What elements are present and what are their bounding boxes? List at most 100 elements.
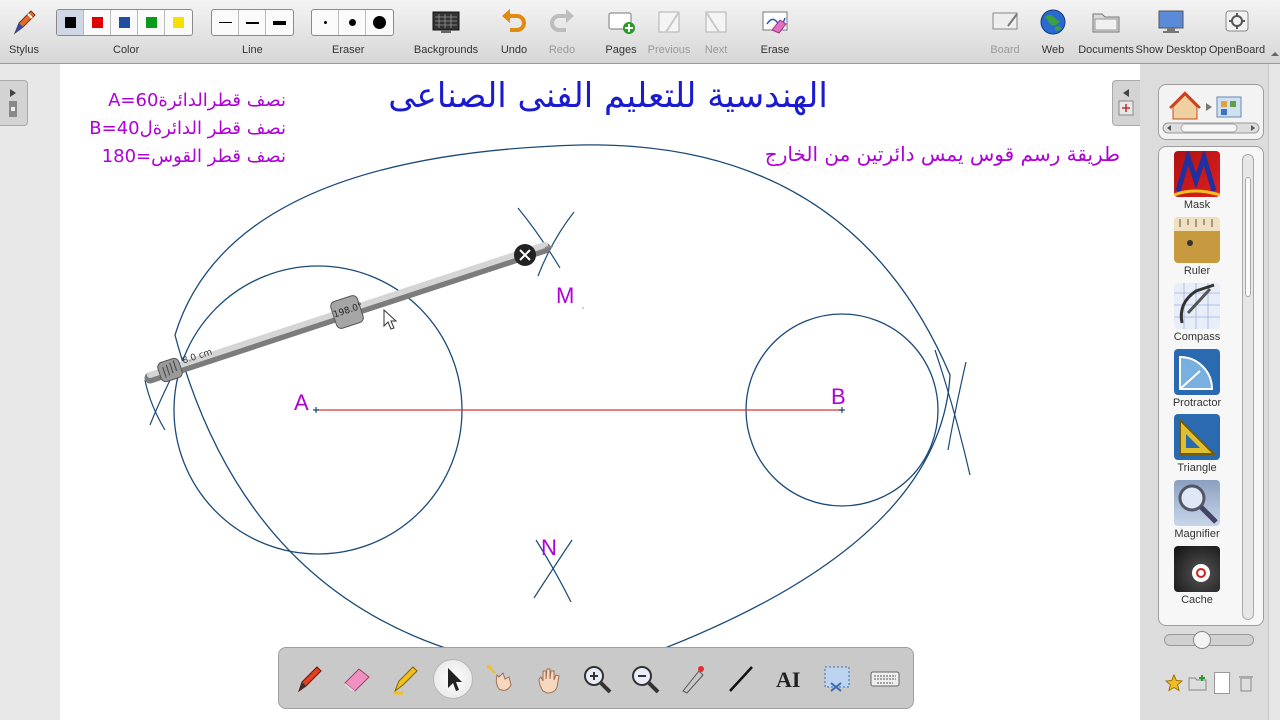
board-icon <box>988 4 1022 40</box>
ruler-icon <box>1174 217 1220 263</box>
pen-tool[interactable] <box>289 659 329 699</box>
mask-icon <box>1173 148 1221 197</box>
pages-button[interactable]: Pages <box>604 4 638 56</box>
note-radius-b: نصف قطر الدائرةل40=B <box>89 118 286 139</box>
undo-button[interactable]: Undo <box>498 4 530 56</box>
gear-icon <box>1220 4 1254 40</box>
globe-icon <box>1036 4 1070 40</box>
zoom-out-tool[interactable] <box>625 659 665 699</box>
highlighter-tool[interactable] <box>385 659 425 699</box>
home-icon[interactable] <box>1169 91 1201 120</box>
add-page-icon <box>604 4 638 40</box>
eraser-icon <box>344 668 370 692</box>
board-button[interactable]: Board <box>988 4 1022 56</box>
openboard-window: Stylus Color Line Eraser Backgrounds Und… <box>0 0 1280 720</box>
hand-tool[interactable] <box>529 659 569 699</box>
stylus-button[interactable]: Stylus <box>6 4 42 56</box>
pointer-arrow-icon <box>448 668 462 691</box>
zoom-in-tool[interactable] <box>577 659 617 699</box>
protractor-icon <box>1174 349 1220 395</box>
library-item-protractor[interactable]: Protractor <box>1166 349 1228 409</box>
library-item-label: Protractor <box>1172 397 1222 409</box>
laser-hand-tool[interactable] <box>481 659 521 699</box>
text-icon: AI <box>776 667 800 692</box>
note-radius-arc: نصف قطر القوس=180 <box>101 146 286 167</box>
eraser-small-option[interactable] <box>312 10 339 35</box>
favorite-star-icon[interactable] <box>1164 673 1184 692</box>
window-scrollbar[interactable] <box>1268 52 1280 720</box>
line-thin-option[interactable] <box>212 10 239 35</box>
thumbnail-size-slider[interactable] <box>1164 631 1254 649</box>
board-title: الهندسية للتعليم الفنى الصناعى <box>388 76 828 116</box>
stylus-palette: AI <box>278 647 914 709</box>
library-item-label: Compass <box>1173 331 1221 343</box>
line-medium-option[interactable] <box>239 10 266 35</box>
screen-capture-icon <box>824 666 850 692</box>
right-panel-handle[interactable] <box>1112 80 1140 126</box>
documents-label: Documents <box>1078 44 1134 56</box>
new-folder-icon[interactable] <box>1188 674 1208 692</box>
library-vertical-scrollbar[interactable] <box>1242 154 1254 620</box>
library-item-ruler[interactable]: Ruler <box>1166 217 1228 277</box>
library-item-magnifier[interactable]: Magnifier <box>1166 480 1228 540</box>
previous-label: Previous <box>647 44 691 56</box>
whiteboard-canvas[interactable]: الهندسية للتعليم الفنى الصناعى طريقة رسم… <box>60 64 1140 720</box>
eraser-medium-option[interactable] <box>339 10 366 35</box>
show-desktop-button[interactable]: Show Desktop <box>1136 4 1206 56</box>
label-point-a: A <box>294 390 309 415</box>
erase-board-icon <box>758 4 792 40</box>
undo-icon <box>497 4 531 40</box>
left-panel-handle[interactable] <box>0 80 28 126</box>
color-green-swatch[interactable] <box>138 10 165 35</box>
line-label: Line <box>242 44 263 56</box>
main-toolbar: Stylus Color Line Eraser Backgrounds Und… <box>0 0 1280 64</box>
redo-button[interactable]: Redo <box>546 4 578 56</box>
eraser-tool[interactable] <box>337 659 377 699</box>
library-item-mask[interactable]: Mask <box>1166 148 1228 211</box>
line-tool[interactable] <box>721 659 761 699</box>
color-yellow-swatch[interactable] <box>165 10 192 35</box>
board-label: Board <box>990 44 1020 56</box>
library-item-triangle[interactable]: Triangle <box>1166 414 1228 474</box>
text-tool[interactable]: AI <box>769 659 809 699</box>
center-a-marker <box>313 407 319 413</box>
scroll-up-arrow-icon[interactable] <box>1269 48 1280 60</box>
openboard-menu-button[interactable]: OpenBoard <box>1208 4 1266 56</box>
monitor-icon <box>1154 4 1188 40</box>
trash-icon[interactable] <box>1238 674 1254 692</box>
documents-button[interactable]: Documents <box>1078 4 1134 56</box>
zoom-out-icon <box>632 666 660 694</box>
library-item-label: Ruler <box>1183 265 1211 277</box>
virtual-keyboard-tool[interactable] <box>865 659 905 699</box>
eraser-large-option[interactable] <box>366 10 393 35</box>
library-item-compass[interactable]: Compass <box>1166 283 1228 343</box>
color-black-swatch[interactable] <box>57 10 84 35</box>
note-radius-a: نصف قطرالدائرة60=A <box>108 90 286 111</box>
next-label: Next <box>704 44 728 56</box>
previous-page-button[interactable]: Previous <box>648 4 690 56</box>
web-button[interactable]: Web <box>1036 4 1070 56</box>
line-thick-option[interactable] <box>266 10 293 35</box>
eraser-size-selector <box>311 9 394 36</box>
label-point-n: N <box>541 535 557 560</box>
backgrounds-button[interactable]: Backgrounds <box>414 4 478 56</box>
openboard-label: OpenBoard <box>1208 44 1266 56</box>
label-point-b: B <box>831 384 846 409</box>
erase-button[interactable]: Erase <box>758 4 792 56</box>
previous-page-icon <box>652 4 686 40</box>
library-folder-icon[interactable] <box>1216 96 1242 118</box>
next-page-button[interactable]: Next <box>700 4 732 56</box>
collapse-arrow-icon <box>1118 89 1134 116</box>
line-width-selector <box>211 9 294 36</box>
pointer-tool[interactable] <box>433 659 473 699</box>
laser-pen-tool[interactable] <box>673 659 713 699</box>
capture-tool[interactable] <box>817 659 857 699</box>
board-subtitle: طريقة رسم قوس يمس دائرتين من الخارج <box>764 142 1120 166</box>
color-red-swatch[interactable] <box>84 10 111 35</box>
hand-icon <box>538 668 560 694</box>
color-blue-swatch[interactable] <box>111 10 138 35</box>
library-item-cache[interactable]: Cache <box>1166 546 1228 606</box>
tangent-mark-right <box>934 349 971 476</box>
new-page-icon[interactable] <box>1214 672 1230 694</box>
backgrounds-icon <box>429 4 463 40</box>
